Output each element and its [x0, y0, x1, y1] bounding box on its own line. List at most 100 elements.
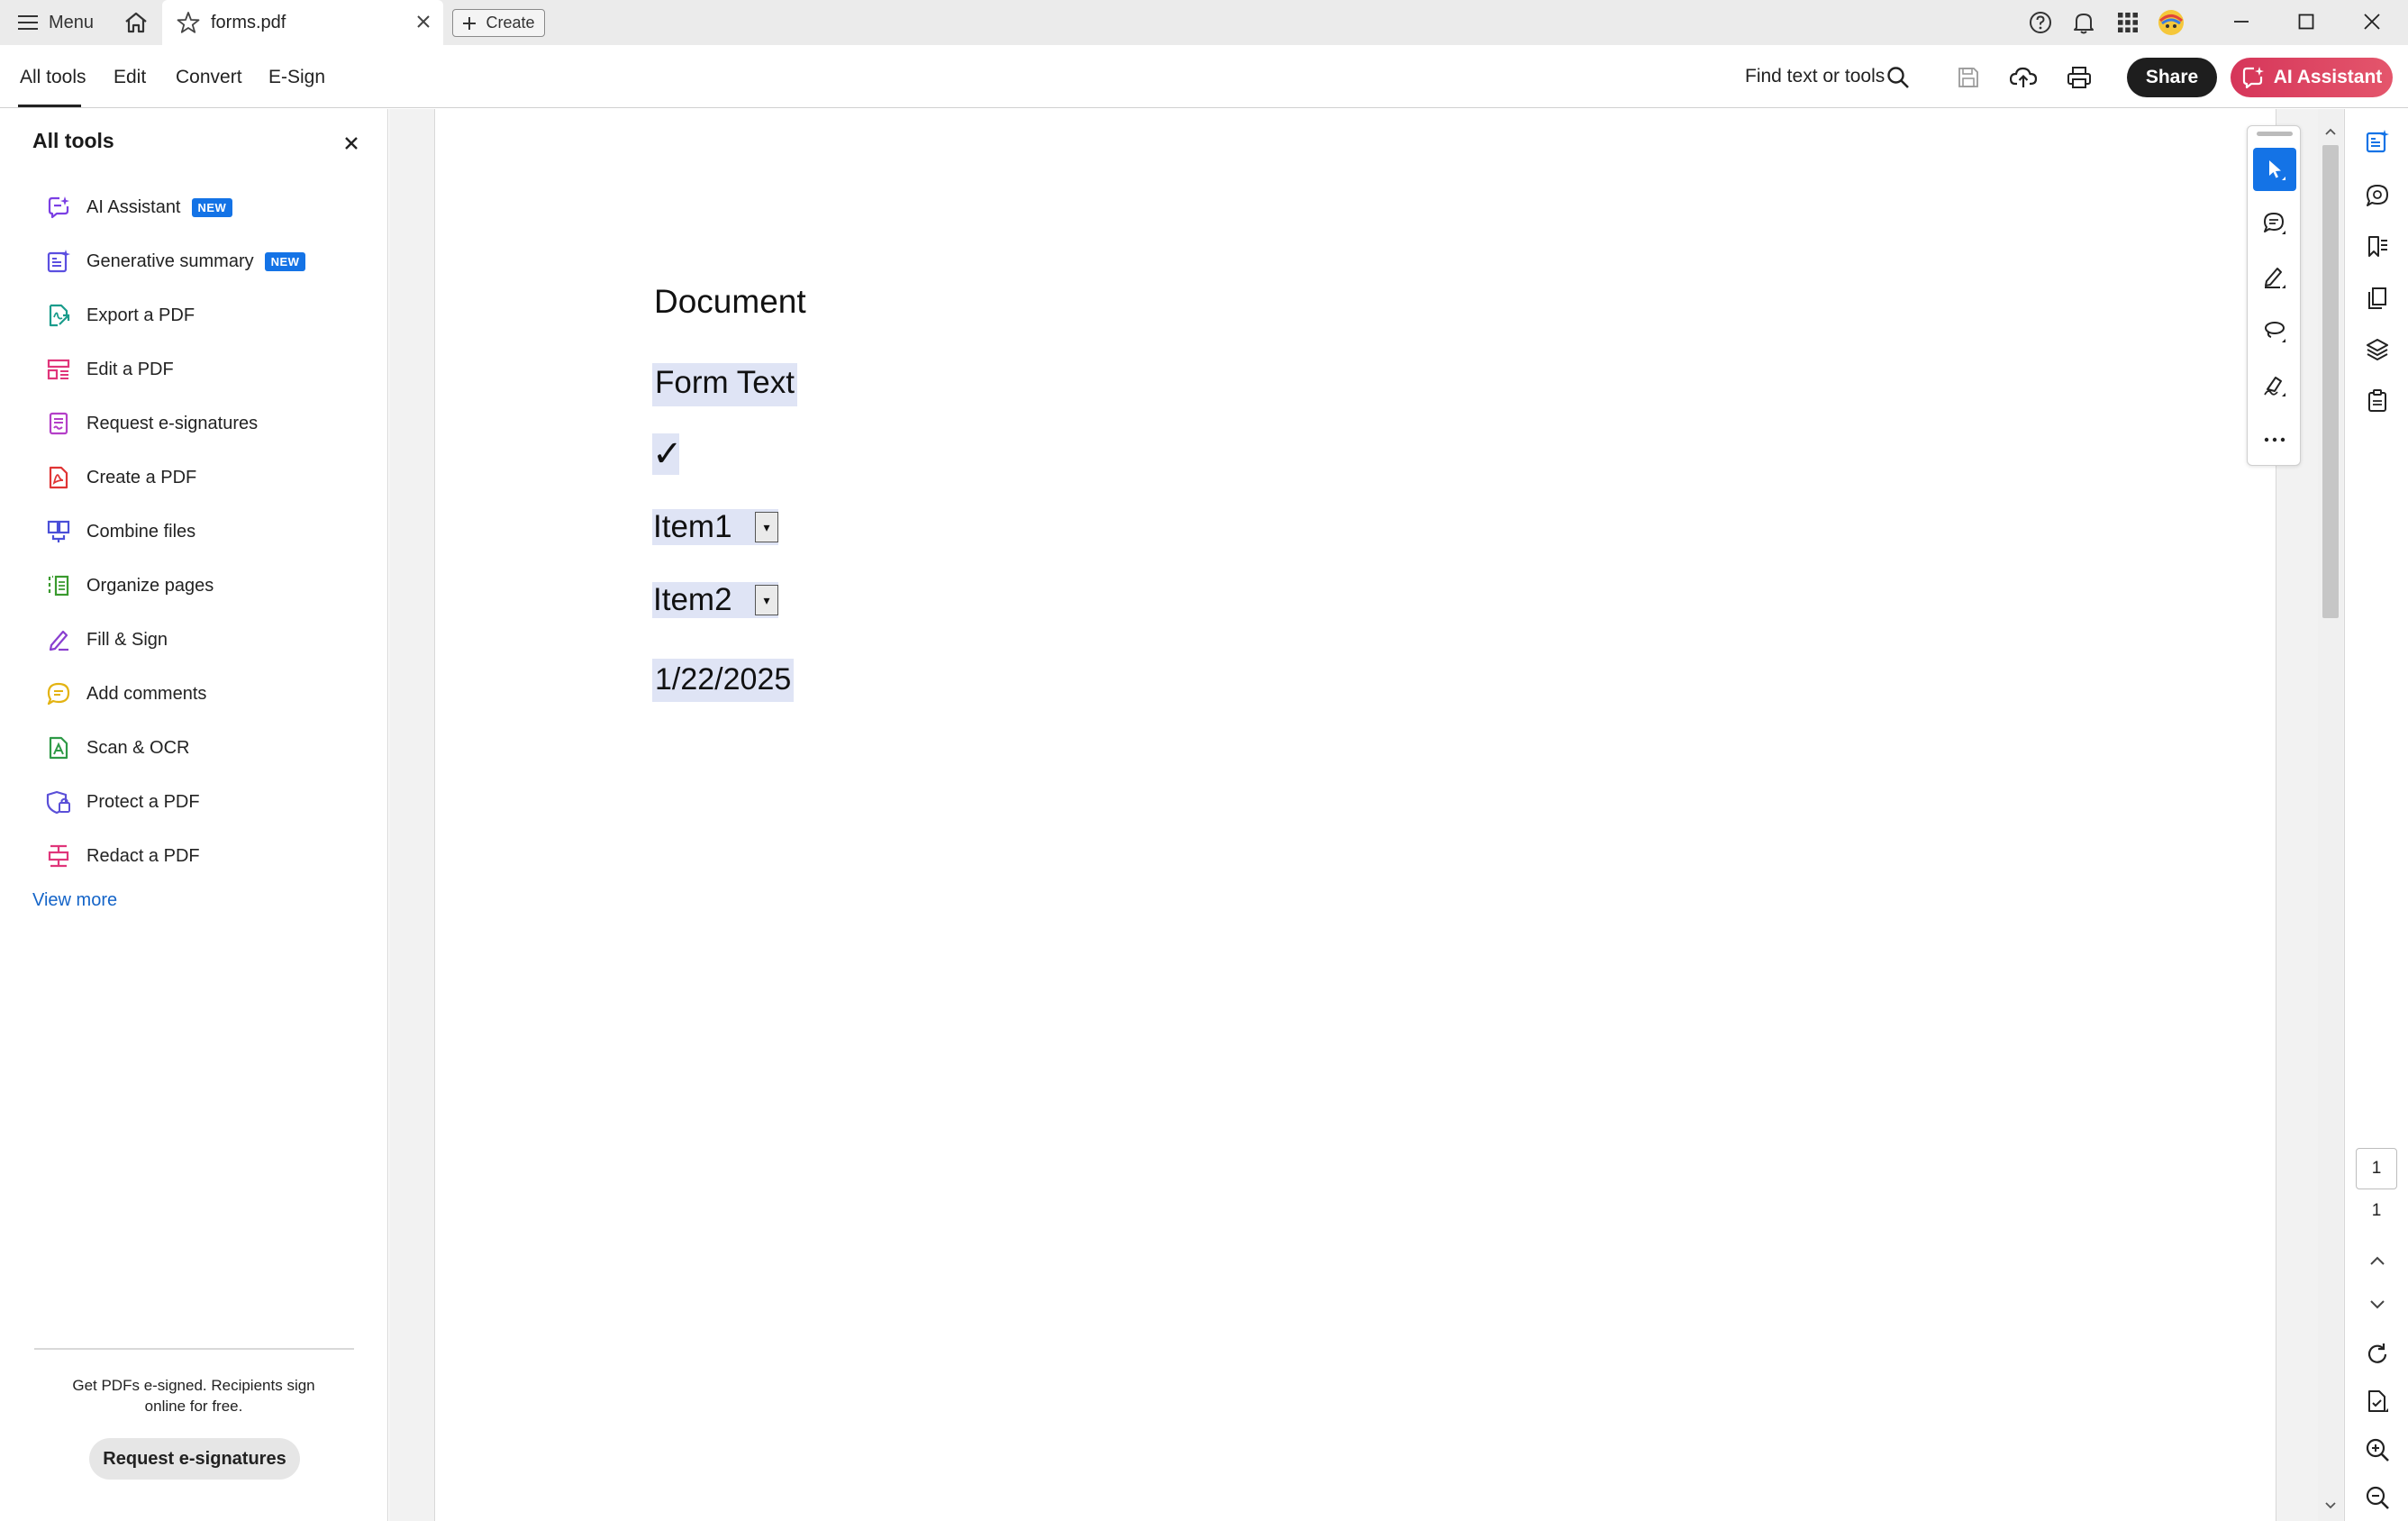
- print-button[interactable]: [2061, 59, 2097, 96]
- comments-icon: [2367, 185, 2388, 206]
- main-toolbar: All tools Edit Convert E-Sign Find text …: [0, 45, 2408, 108]
- tool-organize-pages[interactable]: Organize pages: [45, 568, 214, 604]
- upload-button[interactable]: [2005, 59, 2041, 96]
- find-label[interactable]: Find text or tools: [1745, 66, 1885, 87]
- panel-title: All tools: [32, 129, 114, 152]
- create-label: Create: [486, 14, 535, 32]
- zoom-in-button[interactable]: [2363, 1435, 2392, 1464]
- ai-assistant-button[interactable]: AI Assistant: [2231, 58, 2393, 97]
- vertical-scrollbar[interactable]: [2318, 109, 2343, 1521]
- maximize-icon: [2298, 14, 2314, 30]
- tab-e-sign[interactable]: E-Sign: [268, 67, 325, 88]
- save-button[interactable]: [1950, 59, 1986, 96]
- tool-request-e-signatures[interactable]: Request e-signatures: [45, 405, 258, 442]
- close-icon: [2364, 14, 2380, 30]
- tool-scan-ocr[interactable]: Scan & OCR: [45, 730, 189, 766]
- next-page-button[interactable]: [2363, 1290, 2392, 1319]
- tool-ai-assistant[interactable]: AI Assistant NEW: [45, 189, 233, 225]
- protect-pdf-icon: [45, 788, 72, 815]
- maximize-button[interactable]: [2288, 5, 2324, 38]
- draw-tool[interactable]: [2253, 310, 2296, 353]
- export-pdf-icon: [45, 302, 72, 329]
- tab-convert[interactable]: Convert: [176, 67, 242, 88]
- tool-combine-files[interactable]: Combine files: [45, 514, 195, 550]
- more-tools-button[interactable]: [2253, 418, 2296, 461]
- form-text-field[interactable]: Form Text: [652, 363, 797, 406]
- tool-protect-pdf[interactable]: Protect a PDF: [45, 784, 200, 820]
- page-display-button[interactable]: [2363, 1387, 2392, 1416]
- tool-label: Generative summary: [86, 250, 254, 271]
- help-button[interactable]: [2025, 8, 2056, 37]
- minimize-button[interactable]: [2223, 5, 2259, 38]
- tool-add-comments[interactable]: Add comments: [45, 676, 206, 712]
- page-settings-icon: [2368, 1390, 2388, 1412]
- total-pages: 1: [2371, 1201, 2382, 1220]
- plus-icon: [463, 16, 477, 30]
- comment-tool[interactable]: [2253, 202, 2296, 245]
- ai-assistant-icon: [2242, 67, 2264, 89]
- drag-handle[interactable]: [2257, 132, 2293, 136]
- combine-files-icon: [45, 518, 72, 545]
- combo-box-1[interactable]: Item1 ▾: [652, 509, 778, 545]
- highlight-tool[interactable]: [2253, 256, 2296, 299]
- bookmarks-rail-button[interactable]: [2363, 232, 2392, 261]
- pages-rail-button[interactable]: [2363, 284, 2392, 313]
- tool-create-pdf[interactable]: Create a PDF: [45, 460, 196, 496]
- date-field[interactable]: 1/22/2025: [652, 659, 795, 702]
- new-badge: NEW: [191, 197, 233, 217]
- notifications-button[interactable]: [2068, 8, 2099, 37]
- promo-text: Get PDFs e-signed. Recipients sign onlin…: [72, 1377, 315, 1415]
- previous-page-button[interactable]: [2363, 1246, 2392, 1275]
- layers-rail-button[interactable]: [2363, 335, 2392, 364]
- select-tool[interactable]: [2253, 148, 2296, 191]
- dropdown-arrow-icon[interactable]: ▾: [755, 512, 778, 542]
- tool-label: Create a PDF: [86, 467, 197, 487]
- view-more-link[interactable]: View more: [32, 890, 117, 911]
- checkbox-field[interactable]: ✓: [652, 433, 683, 475]
- scroll-down-icon[interactable]: [2324, 1501, 2337, 1510]
- tool-export-pdf[interactable]: Export a PDF: [45, 297, 195, 333]
- combo-box-2[interactable]: Item2 ▾: [652, 582, 778, 618]
- sign-tool[interactable]: [2253, 364, 2296, 407]
- scroll-up-icon[interactable]: [2324, 127, 2337, 136]
- tab-edit[interactable]: Edit: [114, 67, 146, 88]
- lasso-icon: [2265, 322, 2285, 342]
- star-icon[interactable]: [177, 11, 200, 34]
- tool-label: Add comments: [86, 683, 207, 704]
- more-icon: [2264, 437, 2285, 442]
- divider: [34, 1348, 354, 1350]
- clipboard-rail-button[interactable]: [2363, 387, 2392, 415]
- tab-all-tools[interactable]: All tools: [20, 67, 86, 88]
- tool-redact-pdf[interactable]: Redact a PDF: [45, 838, 200, 874]
- create-button[interactable]: Create: [452, 9, 545, 37]
- zoom-out-button[interactable]: [2363, 1483, 2392, 1512]
- avatar-icon: [2158, 10, 2184, 35]
- document-tab[interactable]: forms.pdf: [162, 0, 443, 45]
- share-button[interactable]: Share: [2127, 58, 2217, 97]
- tool-edit-pdf[interactable]: Edit a PDF: [45, 351, 174, 387]
- close-window-button[interactable]: [2354, 5, 2390, 38]
- layers-icon: [2367, 339, 2388, 360]
- save-icon: [1958, 68, 1978, 87]
- menu-button[interactable]: Menu: [18, 9, 94, 36]
- chevron-down-icon: [2370, 1300, 2385, 1309]
- home-button[interactable]: [121, 9, 151, 36]
- tool-generative-summary[interactable]: Generative summary NEW: [45, 243, 306, 279]
- current-page-input[interactable]: 1: [2356, 1148, 2397, 1189]
- combo-value: Item1: [653, 509, 732, 544]
- account-avatar[interactable]: [2155, 8, 2187, 37]
- all-tools-panel: All tools AI Assistant NEW Generative su…: [0, 109, 388, 1521]
- highlighter-icon: [2265, 268, 2285, 288]
- close-panel-button[interactable]: [341, 132, 362, 154]
- apps-button[interactable]: [2113, 8, 2143, 37]
- rotate-button[interactable]: [2363, 1340, 2392, 1369]
- print-icon: [2067, 67, 2091, 88]
- dropdown-arrow-icon[interactable]: ▾: [755, 585, 778, 615]
- scroll-thumb[interactable]: [2322, 145, 2339, 618]
- generative-summary-rail-button[interactable]: [2363, 127, 2392, 156]
- request-e-signatures-button[interactable]: Request e-signatures: [89, 1438, 300, 1480]
- close-tab-icon[interactable]: [414, 13, 432, 31]
- tool-fill-sign[interactable]: Fill & Sign: [45, 622, 168, 658]
- comments-rail-button[interactable]: [2363, 181, 2392, 210]
- search-button[interactable]: [1880, 59, 1916, 96]
